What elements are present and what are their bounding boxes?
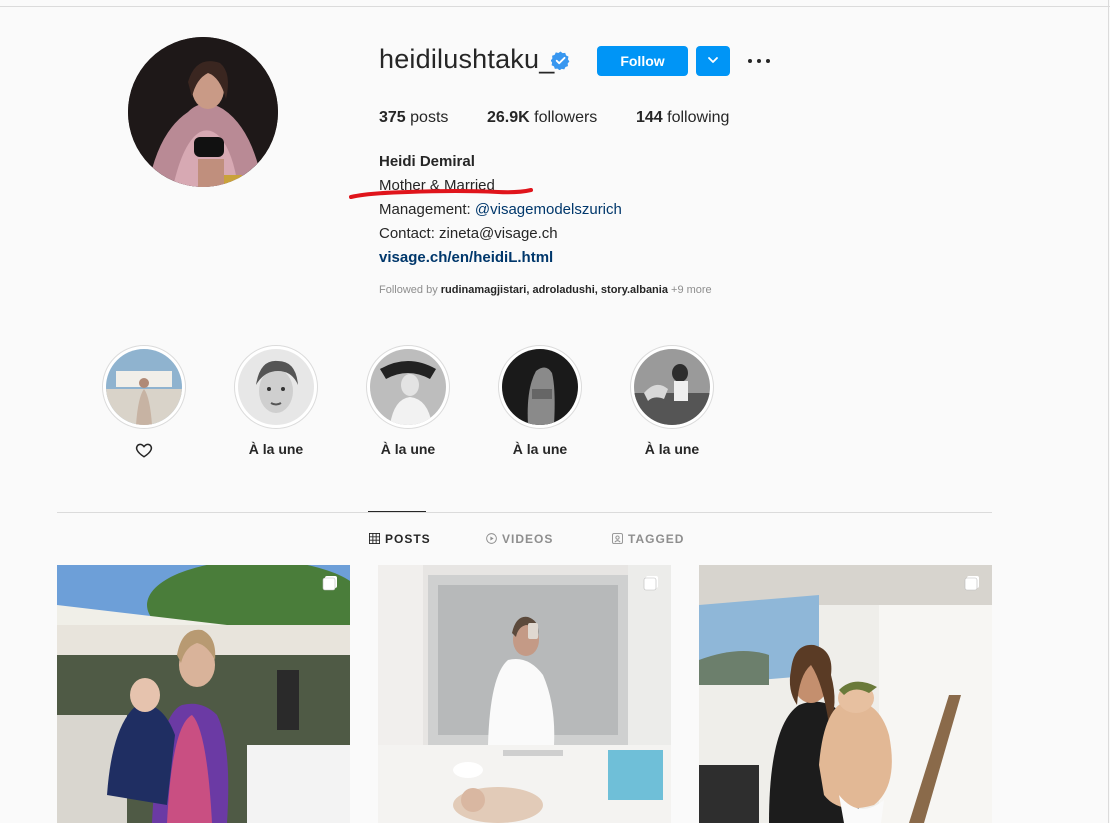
followed-by-more: +9 more xyxy=(671,284,712,296)
tab-tagged[interactable]: TAGGED xyxy=(612,532,684,546)
followers-count: 26.9K xyxy=(487,109,530,126)
following-label: following xyxy=(667,109,730,126)
tab-videos-label: VIDEOS xyxy=(502,532,554,546)
tabs-divider xyxy=(57,512,992,513)
bio-management-prefix: Management: xyxy=(379,201,471,218)
post-thumbnail[interactable] xyxy=(699,565,992,823)
play-circle-icon xyxy=(486,533,497,544)
top-border xyxy=(0,6,1110,7)
post-image xyxy=(57,565,350,823)
followers-stat[interactable]: 26.9K followers xyxy=(487,109,597,127)
highlight-item[interactable]: À la une xyxy=(498,345,582,457)
post-thumbnail[interactable] xyxy=(378,565,671,823)
posts-count: 375 xyxy=(379,109,406,126)
grid-icon xyxy=(369,533,380,544)
highlight-cover xyxy=(634,349,710,425)
followed-by[interactable]: Followed by rudinamagjistari, adroladush… xyxy=(379,284,712,296)
multiple-photos-icon xyxy=(964,576,979,591)
more-options-icon[interactable] xyxy=(745,52,773,70)
posts-label: posts xyxy=(410,109,449,126)
following-count: 144 xyxy=(636,109,663,126)
highlight-item[interactable]: À la une xyxy=(234,345,318,457)
tab-posts[interactable]: POSTS xyxy=(369,532,431,546)
followed-by-users: rudinamagjistari, adroladushi, story.alb… xyxy=(440,284,668,296)
post-image xyxy=(378,565,671,823)
tagged-icon xyxy=(612,533,623,544)
website-link[interactable]: visage.ch/en/heidiL.html xyxy=(379,249,553,266)
chevron-down-icon xyxy=(708,56,718,63)
highlight-label: À la une xyxy=(380,441,436,457)
highlight-cover xyxy=(106,349,182,425)
suggestions-dropdown-button[interactable] xyxy=(696,46,730,76)
posts-count-stat: 375 posts xyxy=(379,109,448,127)
post-thumbnail[interactable] xyxy=(57,565,350,823)
highlight-cover xyxy=(238,349,314,425)
management-mention-link[interactable]: @visagemodelszurich xyxy=(475,201,622,218)
highlight-cover xyxy=(502,349,578,425)
tab-videos[interactable]: VIDEOS xyxy=(486,532,553,546)
highlight-label: À la une xyxy=(644,441,700,457)
profile-avatar[interactable] xyxy=(128,37,278,187)
verified-badge-icon xyxy=(551,51,570,70)
highlight-label: À la une xyxy=(248,441,304,457)
tab-posts-label: POSTS xyxy=(385,532,431,546)
profile-full-name: Heidi Demiral xyxy=(379,153,475,170)
bio-contact: Contact: zineta@visage.ch xyxy=(379,225,558,242)
profile-username: heidilushtaku_ xyxy=(379,44,555,74)
highlight-item[interactable] xyxy=(102,345,186,458)
following-stat[interactable]: 144 following xyxy=(636,109,729,127)
heart-icon xyxy=(135,443,153,458)
highlight-item[interactable]: À la une xyxy=(366,345,450,457)
active-tab-indicator xyxy=(368,511,426,512)
post-image xyxy=(699,565,992,823)
multiple-photos-icon xyxy=(322,576,337,591)
highlight-cover xyxy=(370,349,446,425)
highlight-item[interactable]: À la une xyxy=(630,345,714,457)
follow-button[interactable]: Follow xyxy=(597,46,688,76)
red-underline-annotation xyxy=(349,188,533,199)
followed-by-prefix: Followed by xyxy=(379,284,438,296)
bio-management: Management: @visagemodelszurich xyxy=(379,201,622,218)
followers-label: followers xyxy=(534,109,598,126)
multiple-photos-icon xyxy=(643,576,658,591)
tab-tagged-label: TAGGED xyxy=(628,532,685,546)
highlight-label: À la une xyxy=(512,441,568,457)
right-border xyxy=(1108,0,1109,823)
